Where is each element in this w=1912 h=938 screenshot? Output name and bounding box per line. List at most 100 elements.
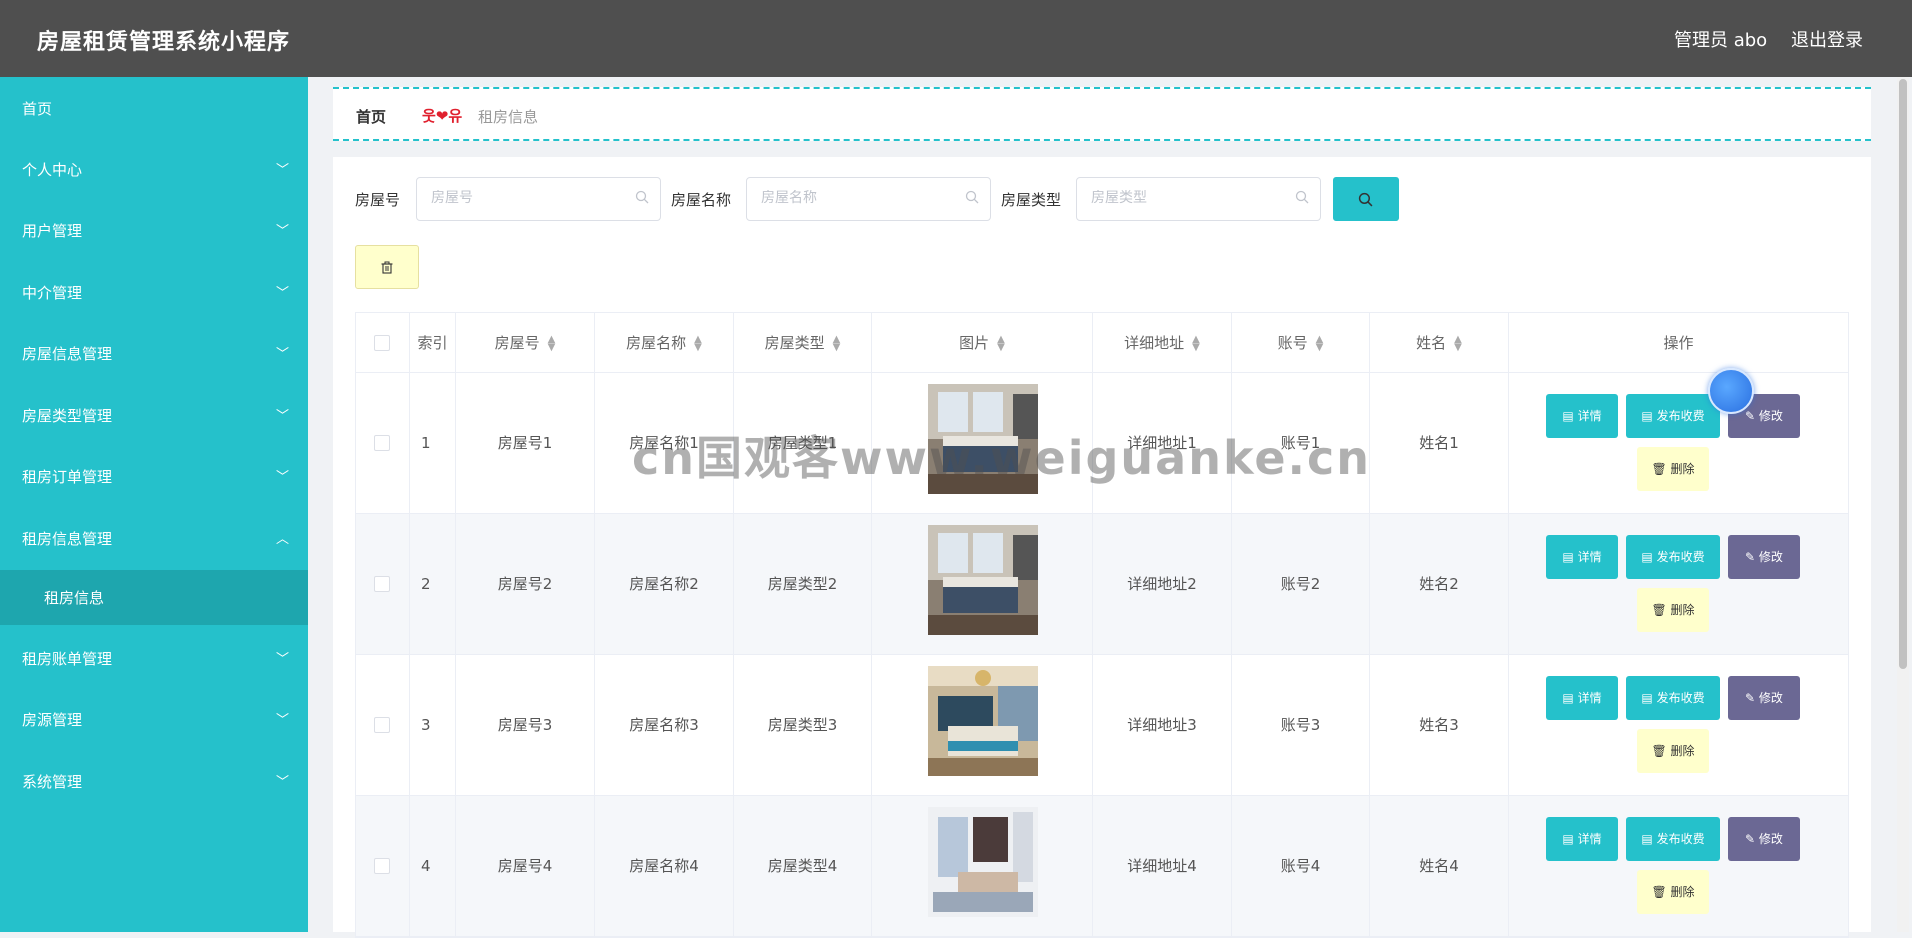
edit-button[interactable]: ✎ 修改 bbox=[1728, 817, 1800, 861]
house-type-field[interactable] bbox=[1076, 177, 1321, 221]
house-name-input[interactable] bbox=[761, 190, 961, 206]
chevron-down-icon: ﹀ bbox=[276, 470, 290, 485]
cell-image bbox=[872, 655, 1093, 796]
select-all-checkbox[interactable] bbox=[374, 335, 390, 351]
row-checkbox[interactable] bbox=[374, 858, 390, 874]
delete-button[interactable]: 🗑 删除 bbox=[1637, 870, 1709, 914]
sidebar-item-house-info-management[interactable]: 房屋信息管理 ﹀ bbox=[0, 331, 308, 375]
table-row: 1 房屋号1 房屋名称1 房屋类型1 详细地址1 账号1 姓名1 ▤ 详情 ▤ … bbox=[356, 373, 1848, 514]
sidebar-item-user-management[interactable]: 用户管理 ﹀ bbox=[0, 208, 308, 252]
row-checkbox[interactable] bbox=[374, 576, 390, 592]
sort-icon[interactable]: ▲ ▼ bbox=[694, 334, 702, 352]
header-label: 姓名 bbox=[1416, 334, 1447, 352]
sidebar-item-rental-order-management[interactable]: 租房订单管理 ﹀ bbox=[0, 454, 308, 498]
publish-fee-button[interactable]: ▤ 发布收费 bbox=[1626, 676, 1720, 720]
house-photo[interactable] bbox=[928, 807, 1038, 917]
sidebar-item-agent-management[interactable]: 中介管理 ﹀ bbox=[0, 270, 308, 314]
detail-button[interactable]: ▤ 详情 bbox=[1546, 817, 1618, 861]
sidebar-item-listing-management[interactable]: 房源管理 ﹀ bbox=[0, 697, 308, 741]
logout-button[interactable]: 退出登录 bbox=[1791, 26, 1863, 52]
cell-image bbox=[872, 796, 1093, 937]
batch-delete-button[interactable] bbox=[355, 245, 419, 289]
house-name-field[interactable] bbox=[746, 177, 991, 221]
edit-label: 修改 bbox=[1758, 550, 1783, 564]
sidebar-item-rental-bill-management[interactable]: 租房账单管理 ﹀ bbox=[0, 636, 308, 680]
sort-icon[interactable]: ▲ ▼ bbox=[548, 334, 556, 352]
cell-actions: ▤ 详情 ▤ 发布收费 ✎ 修改 🗑 删除 bbox=[1509, 655, 1848, 796]
sidebar-item-personal-center[interactable]: 个人中心 ﹀ bbox=[0, 147, 308, 191]
scrollbar-thumb[interactable] bbox=[1899, 79, 1907, 669]
cell-address: 详细地址1 bbox=[1093, 373, 1232, 514]
sidebar: 首页 个人中心 ﹀ 用户管理 ﹀ 中介管理 ﹀ 房屋信息管理 ﹀ 房屋类型管理 … bbox=[0, 77, 308, 932]
sidebar-item-house-type-management[interactable]: 房屋类型管理 ﹀ bbox=[0, 393, 308, 437]
header-house-type[interactable]: 房屋类型 ▲ ▼ bbox=[734, 313, 872, 373]
search-label-house-type: 房屋类型 bbox=[1001, 191, 1062, 209]
sidebar-item-home[interactable]: 首页 bbox=[0, 86, 308, 130]
edit-button[interactable]: ✎ 修改 bbox=[1728, 676, 1800, 720]
search-label-house-no: 房屋号 bbox=[355, 191, 401, 209]
header-label: 操作 bbox=[1663, 334, 1694, 352]
header-account[interactable]: 账号 ▲ ▼ bbox=[1232, 313, 1370, 373]
sort-icon[interactable]: ▲ ▼ bbox=[833, 334, 841, 352]
publish-fee-label: 发布收费 bbox=[1656, 832, 1705, 846]
breadcrumb-home[interactable]: 首页 bbox=[356, 106, 386, 127]
edit-label: 修改 bbox=[1758, 691, 1783, 705]
row-select-cell bbox=[356, 514, 410, 655]
house-no-field[interactable] bbox=[416, 177, 661, 221]
table-header: 索引 房屋号 ▲ ▼ 房屋名称 ▲ ▼ 房屋类型 ▲ ▼ 图片 ▲ ▼ 详细地址 ▲ ▼ 账号 ▲ ▼ … bbox=[356, 313, 1848, 373]
detail-button[interactable]: ▤ 详情 bbox=[1546, 535, 1618, 579]
delete-button[interactable]: 🗑 删除 bbox=[1637, 447, 1709, 491]
cell-address: 详细地址3 bbox=[1093, 655, 1232, 796]
cell-house-no: 房屋号2 bbox=[456, 514, 595, 655]
delete-button[interactable]: 🗑 删除 bbox=[1637, 729, 1709, 773]
cell-name: 姓名1 bbox=[1370, 373, 1509, 514]
delete-button[interactable]: 🗑 删除 bbox=[1637, 588, 1709, 632]
header-name[interactable]: 姓名 ▲ ▼ bbox=[1370, 313, 1509, 373]
sidebar-item-label: 房屋信息管理 bbox=[22, 345, 113, 363]
search-button[interactable] bbox=[1333, 177, 1399, 221]
house-photo[interactable] bbox=[928, 525, 1038, 635]
publish-fee-button[interactable]: ▤ 发布收费 bbox=[1626, 817, 1720, 861]
row-checkbox[interactable] bbox=[374, 435, 390, 451]
chevron-down-icon: ﹀ bbox=[276, 286, 290, 301]
sort-icon[interactable]: ▲ ▼ bbox=[1454, 334, 1462, 352]
sidebar-item-rental-info-management[interactable]: 租房信息管理 ︿ bbox=[0, 516, 308, 560]
header-house-no[interactable]: 房屋号 ▲ ▼ bbox=[456, 313, 595, 373]
house-photo[interactable] bbox=[928, 384, 1038, 494]
house-type-input[interactable] bbox=[1091, 190, 1291, 206]
header-actions: 操作 bbox=[1509, 313, 1848, 373]
sidebar-subitem-rental-info[interactable]: 租房信息 bbox=[0, 570, 308, 625]
sidebar-item-label: 系统管理 bbox=[22, 773, 83, 791]
header-image[interactable]: 图片 ▲ ▼ bbox=[872, 313, 1093, 373]
sidebar-item-label: 用户管理 bbox=[22, 222, 83, 240]
header-address[interactable]: 详细地址 ▲ ▼ bbox=[1093, 313, 1232, 373]
header-house-name[interactable]: 房屋名称 ▲ ▼ bbox=[595, 313, 734, 373]
top-bar: 房屋租赁管理系统小程序 管理员 abo 退出登录 bbox=[0, 0, 1912, 77]
cell-address: 详细地址2 bbox=[1093, 514, 1232, 655]
cell-actions: ▤ 详情 ▤ 发布收费 ✎ 修改 🗑 删除 bbox=[1509, 514, 1848, 655]
publish-fee-label: 发布收费 bbox=[1656, 550, 1705, 564]
app-title: 房屋租赁管理系统小程序 bbox=[37, 30, 291, 55]
house-photo[interactable] bbox=[928, 666, 1038, 776]
cell-house-name: 房屋名称1 bbox=[595, 373, 734, 514]
page-scrollbar[interactable] bbox=[1897, 77, 1909, 932]
detail-button[interactable]: ▤ 详情 bbox=[1546, 394, 1618, 438]
house-no-input[interactable] bbox=[431, 190, 631, 206]
publish-fee-button[interactable]: ▤ 发布收费 bbox=[1626, 535, 1720, 579]
sort-icon[interactable]: ▲ ▼ bbox=[997, 334, 1005, 352]
sort-icon[interactable]: ▲ ▼ bbox=[1316, 334, 1324, 352]
sidebar-item-system-management[interactable]: 系统管理 ﹀ bbox=[0, 759, 308, 803]
sort-icon[interactable]: ▲ ▼ bbox=[1192, 334, 1200, 352]
cell-house-no: 房屋号1 bbox=[456, 373, 595, 514]
detail-button[interactable]: ▤ 详情 bbox=[1546, 676, 1618, 720]
publish-fee-button[interactable]: ▤ 发布收费 bbox=[1626, 394, 1720, 438]
admin-label: 管理员 abo bbox=[1674, 30, 1768, 51]
header-label: 房屋类型 bbox=[764, 334, 825, 352]
row-checkbox[interactable] bbox=[374, 717, 390, 733]
search-icon bbox=[1295, 190, 1309, 204]
content-panel: 房屋号 房屋名称 房屋类型 索引 房屋号 ▲▼ bbox=[333, 157, 1871, 938]
header-label: 房屋号 bbox=[494, 334, 540, 352]
edit-button[interactable]: ✎ 修改 bbox=[1728, 535, 1800, 579]
main-area: 首页 웃❤유 租房信息 房屋号 房屋名称 房屋类型 bbox=[308, 77, 1912, 938]
floating-assistant-ball[interactable] bbox=[1708, 368, 1754, 414]
